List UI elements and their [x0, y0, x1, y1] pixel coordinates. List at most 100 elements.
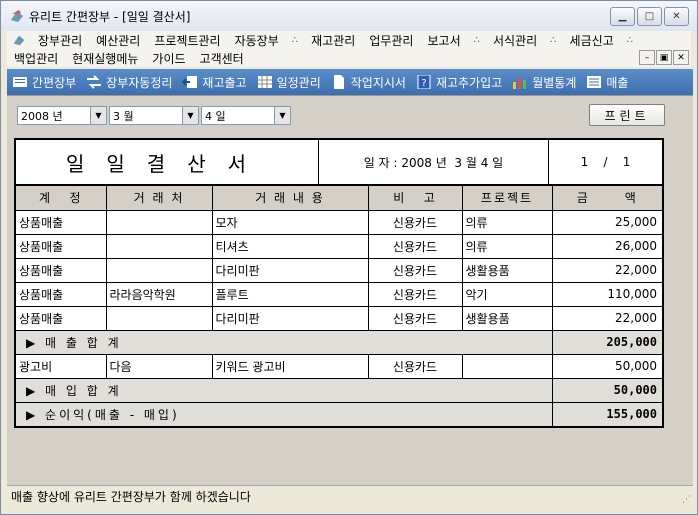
- toolbar-button-label: 작업지시서: [350, 75, 406, 90]
- cell-note: 신용카드: [368, 234, 463, 259]
- cell-detail: 플루트: [212, 282, 369, 307]
- toolbar-button[interactable]: 장부자동정리: [81, 74, 177, 91]
- cell-amount: 26,000: [552, 234, 662, 259]
- report-panel: 2008 년 ▼ 3 월 ▼ 4 일 ▼ 프린트 일일결산서 일 자 : 200…: [7, 95, 693, 485]
- cell-account: 상품매출: [16, 210, 107, 235]
- menu-separator: ∴: [291, 34, 299, 46]
- report-table: 계 정거 래 처거 래 내 용비 고 프로젝트 금 액 상품매출 모자 신용카드 의류 25…: [16, 186, 662, 427]
- chevron-down-icon[interactable]: ▼: [274, 107, 290, 124]
- date-filter: 2008 년 ▼ 3 월 ▼ 4 일 ▼: [17, 106, 291, 125]
- cell-project: 의류: [462, 234, 553, 259]
- minimize-button[interactable]: ▁: [610, 7, 635, 26]
- column-header: 프로젝트: [462, 186, 553, 211]
- toolbar-button-label: 재고추가입고: [435, 75, 503, 90]
- cell-account: 상품매출: [16, 306, 107, 331]
- month-select[interactable]: 3 월 ▼: [109, 106, 199, 125]
- mdi-restore-button[interactable]: ▣: [656, 50, 672, 65]
- cell-account: 광고비: [16, 354, 107, 379]
- day-value: 4 일: [205, 109, 226, 123]
- toolbar-button-label: 장부자동정리: [106, 75, 173, 90]
- table-row: 상품매출 다리미판 신용카드 생활용품 22,000: [16, 306, 662, 331]
- toolbar-button[interactable]: 일정관리: [252, 74, 326, 91]
- chevron-down-icon[interactable]: ▼: [90, 107, 106, 124]
- report-header: 일일결산서 일 자 : 2008 년 3 월 4 일 1 / 1: [16, 140, 662, 186]
- status-bar: 매출 향상에 유리트 간편장부가 함께 하겠습니다 ⋰: [7, 485, 693, 507]
- net-profit-row: ▶ 순이익(매출 - 매입) 155,000: [16, 402, 662, 427]
- menu-separator: ∴: [550, 34, 557, 46]
- menu-item[interactable]: 세금신고: [563, 32, 621, 49]
- table-row: 상품매출 티셔츠 신용카드 의류 26,000: [16, 234, 662, 259]
- net-profit-row-amount: 155,000: [552, 402, 662, 427]
- year-select[interactable]: 2008 년 ▼: [17, 106, 107, 125]
- resize-grip-icon[interactable]: ⋰: [682, 495, 691, 505]
- column-header: 거 래 내 용: [212, 186, 369, 211]
- column-header: 비 고: [368, 186, 463, 211]
- calendar-icon: [257, 75, 273, 89]
- mdi-app-icon: [11, 33, 27, 47]
- menu-item[interactable]: 장부관리: [31, 32, 89, 49]
- table-row: 광고비 다음 키워드 광고비 신용카드 50,000: [16, 354, 662, 379]
- toolbar-button[interactable]: 작업지시서: [326, 74, 411, 91]
- cell-note: 신용카드: [368, 282, 463, 307]
- sales-total-row-amount: 205,000: [552, 330, 662, 355]
- column-header: 계 정: [16, 186, 107, 211]
- sales-total-row-label: ▶ 매 출 합 계: [16, 330, 553, 355]
- cell-project: 생활용품: [462, 306, 553, 331]
- menu-item[interactable]: 서식관리: [486, 32, 544, 49]
- toolbar-button[interactable]: ? 재고추가입고: [411, 74, 507, 91]
- toolbar-button-label: 일정관리: [276, 75, 321, 90]
- report-page-number: 1 / 1: [580, 155, 631, 169]
- cell-account: 상품매출: [16, 282, 107, 307]
- mdi-close-button[interactable]: ✕: [673, 50, 689, 65]
- purchase-total-row-amount: 50,000: [552, 378, 662, 403]
- cell-client: [106, 234, 213, 259]
- menu-separator: ∴: [473, 34, 480, 46]
- help-icon: ?: [416, 75, 432, 89]
- menu-item[interactable]: 자동장부: [228, 32, 286, 49]
- month-value: 3 월: [113, 109, 134, 123]
- toolbar-button[interactable]: 재고출고: [177, 74, 251, 91]
- toolbar: 간편장부 장부자동정리 재고출고 일정관리 작업지시서? 재고추가입고 월별통계 매출: [7, 69, 693, 95]
- maximize-button[interactable]: □: [637, 7, 662, 26]
- menu-bar: 장부관리 예산관리 프로젝트관리 자동장부 ∴ 재고관리 업무관리 보고서 ∴ 서식관리 ∴ 세금신고…: [7, 31, 691, 67]
- sales-total-row: ▶ 매 출 합 계 205,000: [16, 330, 662, 355]
- toolbar-button-label: 간편장부: [32, 75, 77, 90]
- menu-item[interactable]: 재고관리: [304, 32, 362, 49]
- day-select[interactable]: 4 일 ▼: [201, 106, 291, 125]
- menu-item[interactable]: 현재실행메뉴: [65, 50, 145, 67]
- toolbar-button[interactable]: 간편장부: [7, 74, 81, 91]
- menu-item[interactable]: 프로젝트관리: [147, 32, 227, 49]
- cell-project: 생활용품: [462, 258, 553, 283]
- menu-item[interactable]: 보고서: [420, 32, 467, 49]
- toolbar-button-label: 월별통계: [532, 75, 577, 90]
- toolbar-button[interactable]: 월별통계: [507, 74, 581, 91]
- title-bar[interactable]: 유리트 간편장부 - [일일 결산서] ▁ □ ✕: [1, 1, 697, 31]
- cell-note: 신용카드: [368, 306, 463, 331]
- cell-account: 상품매출: [16, 234, 107, 259]
- cell-project: 악기: [462, 282, 553, 307]
- table-row: 상품매출 다리미판 신용카드 생활용품 22,000: [16, 258, 662, 283]
- chevron-down-icon[interactable]: ▼: [182, 107, 198, 124]
- cell-amount: 25,000: [552, 210, 662, 235]
- cell-account: 상품매출: [16, 258, 107, 283]
- chart-icon: [512, 75, 528, 89]
- print-button[interactable]: 프린트: [589, 104, 665, 126]
- cell-client: 라라음악학원: [106, 282, 213, 307]
- stock-out-icon: [182, 75, 198, 89]
- cell-detail: 티셔츠: [212, 234, 369, 259]
- menu-item[interactable]: 가이드: [145, 50, 192, 67]
- report-title: 일일결산서: [16, 140, 319, 184]
- window-title: 유리트 간편장부 - [일일 결산서]: [29, 9, 191, 24]
- cell-note: 신용카드: [368, 354, 463, 379]
- cell-client: [106, 306, 213, 331]
- cell-amount: 110,000: [552, 282, 662, 307]
- mdi-minimize-button[interactable]: –: [639, 50, 655, 65]
- toolbar-button-label: 재고출고: [202, 75, 247, 90]
- toolbar-button[interactable]: 매출: [581, 74, 633, 91]
- cell-client: [106, 210, 213, 235]
- menu-item[interactable]: 백업관리: [7, 50, 65, 67]
- menu-item[interactable]: 예산관리: [89, 32, 147, 49]
- close-button[interactable]: ✕: [664, 7, 689, 26]
- menu-item[interactable]: 고객센터: [193, 50, 251, 67]
- menu-item[interactable]: 업무관리: [362, 32, 420, 49]
